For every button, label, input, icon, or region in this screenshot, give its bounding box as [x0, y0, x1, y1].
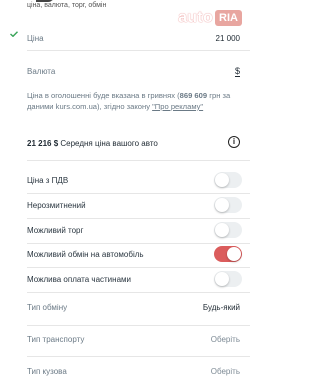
- divider: [27, 356, 250, 357]
- installments-toggle-label: Можлива оплата частинами: [27, 275, 131, 284]
- divider: [27, 325, 250, 326]
- info-icon[interactable]: i: [228, 136, 240, 148]
- price-label: Ціна: [27, 34, 44, 43]
- check-icon: [10, 31, 18, 37]
- vat-toggle[interactable]: [214, 172, 242, 188]
- exchange-type-label: Тип обміну: [27, 303, 68, 312]
- toggle-knob: [215, 198, 229, 212]
- divider: [27, 267, 250, 268]
- exchange-type-value: Будь-який: [202, 303, 240, 312]
- logo-auto-text: auto: [178, 9, 214, 26]
- logo-ria-text: RIA: [215, 10, 242, 26]
- toggle-knob: [227, 247, 241, 261]
- uah-amount: 869 609: [179, 91, 208, 100]
- average-price-text: Середня ціна вашого авто: [58, 139, 158, 148]
- bargain-toggle-label: Можливий торг: [27, 226, 84, 235]
- toggle-knob: [215, 272, 229, 286]
- vat-toggle-label: Ціна з ПДВ: [27, 176, 69, 185]
- toggle-knob: [215, 173, 229, 187]
- bargain-toggle[interactable]: [214, 222, 242, 238]
- uncleared-toggle-label: Нерозмитнений: [27, 201, 86, 210]
- divider: [27, 50, 250, 51]
- exchange-toggle-label: Можливий обмін на автомобіль: [27, 250, 144, 259]
- installments-toggle[interactable]: [214, 271, 242, 287]
- divider: [27, 193, 250, 194]
- price-conversion-note: Ціна в оголошенні буде вказана в гривнях…: [27, 90, 242, 112]
- average-price-amount: 21 216 $: [27, 139, 59, 148]
- divider: [27, 292, 250, 293]
- divider: [27, 160, 250, 161]
- divider: [27, 218, 250, 219]
- body-type-value: Оберіть: [210, 367, 240, 376]
- section-subtitle: ціна, валюта, торг, обмін: [27, 2, 107, 9]
- uncleared-toggle[interactable]: [214, 197, 242, 213]
- transport-type-label: Тип транспорту: [27, 335, 85, 344]
- transport-type-value: Оберіть: [210, 335, 240, 344]
- currency-select[interactable]: $: [234, 66, 240, 77]
- divider: [27, 243, 250, 244]
- average-price: 21 216 $ Середня ціна вашого авто: [27, 139, 158, 148]
- currency-label: Валюта: [27, 67, 56, 76]
- body-type-label: Тип кузова: [27, 367, 67, 376]
- note-text-start: Ціна в оголошенні буде вказана в гривнях…: [27, 91, 180, 100]
- law-link[interactable]: "Про рекламу": [152, 102, 203, 111]
- price-input[interactable]: 21 000: [216, 34, 240, 43]
- toggle-knob: [215, 223, 229, 237]
- exchange-toggle[interactable]: [214, 246, 242, 262]
- autoria-logo[interactable]: auto RIA: [178, 8, 242, 28]
